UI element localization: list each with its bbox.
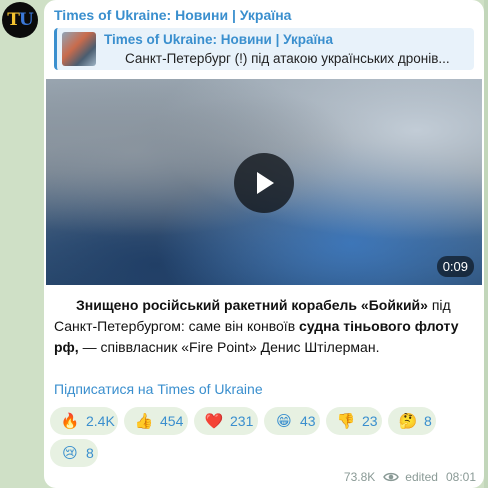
grinning-face-icon: 😁 bbox=[276, 413, 292, 430]
message-text-part: — співвласник «Fire Point» Денис Штілерм… bbox=[78, 339, 380, 355]
reaction-count: 8 bbox=[86, 445, 94, 461]
avatar-letter-t: T bbox=[7, 10, 20, 30]
eye-icon bbox=[383, 471, 400, 483]
channel-name[interactable]: Times of Ukraine: Новини | Україна bbox=[54, 7, 291, 23]
crying-face-icon: 😢 bbox=[62, 445, 78, 462]
fire-icon: 🔥 bbox=[60, 413, 80, 430]
reply-text: Санкт-Петербург (!) під атакою українськ… bbox=[125, 51, 450, 66]
play-icon bbox=[257, 172, 274, 194]
message-bubble: Times of Ukraine: Новини | Україна Times… bbox=[44, 0, 484, 488]
reaction-heart[interactable]: ❤️ 231 bbox=[194, 407, 258, 435]
heart-icon: ❤️ bbox=[204, 413, 224, 430]
message-bold-headline: Знищено російський ракетний корабель «Бо… bbox=[76, 297, 428, 313]
message-text: Знищено російський ракетний корабель «Бо… bbox=[54, 295, 474, 358]
play-button[interactable] bbox=[234, 153, 294, 213]
reaction-count: 43 bbox=[300, 413, 316, 429]
reaction-count: 231 bbox=[230, 413, 254, 429]
video-preview[interactable]: 0:09 bbox=[46, 79, 482, 285]
reply-title: Times of Ukraine: Новини | Україна bbox=[104, 32, 333, 47]
reaction-count: 8 bbox=[424, 413, 432, 429]
reaction-thinking[interactable]: 🤔 8 bbox=[388, 407, 436, 435]
reaction-count: 2.4K bbox=[86, 413, 115, 429]
view-count: 73.8K bbox=[343, 470, 376, 484]
reaction-count: 23 bbox=[362, 413, 378, 429]
reaction-fire[interactable]: 🔥 2.4K bbox=[50, 407, 118, 435]
reaction-crying[interactable]: 😢 8 bbox=[50, 439, 98, 467]
reaction-thumbs-up[interactable]: 👍 454 bbox=[124, 407, 188, 435]
reaction-thumbs-down[interactable]: 👎 23 bbox=[326, 407, 382, 435]
thumbs-up-icon: 👍 bbox=[134, 413, 154, 430]
avatar-letter-u: U bbox=[18, 10, 34, 30]
subscribe-link[interactable]: Підписатися на Times of Ukraine bbox=[54, 381, 263, 397]
reaction-count: 454 bbox=[160, 413, 184, 429]
reply-thumbnail bbox=[62, 32, 96, 66]
reaction-grin[interactable]: 😁 43 bbox=[264, 407, 320, 435]
video-duration: 0:09 bbox=[436, 256, 474, 277]
thumbs-down-icon: 👎 bbox=[336, 413, 356, 430]
reply-preview[interactable]: Times of Ukraine: Новини | Україна Санкт… bbox=[54, 28, 474, 70]
scrollbar[interactable] bbox=[484, 0, 488, 488]
channel-avatar[interactable]: TU bbox=[2, 2, 38, 38]
message-footer: 73.8K edited 08:01 bbox=[344, 470, 476, 484]
edited-label: edited bbox=[405, 470, 438, 484]
thinking-face-icon: 🤔 bbox=[398, 413, 418, 430]
message-time: 08:01 bbox=[445, 470, 476, 484]
